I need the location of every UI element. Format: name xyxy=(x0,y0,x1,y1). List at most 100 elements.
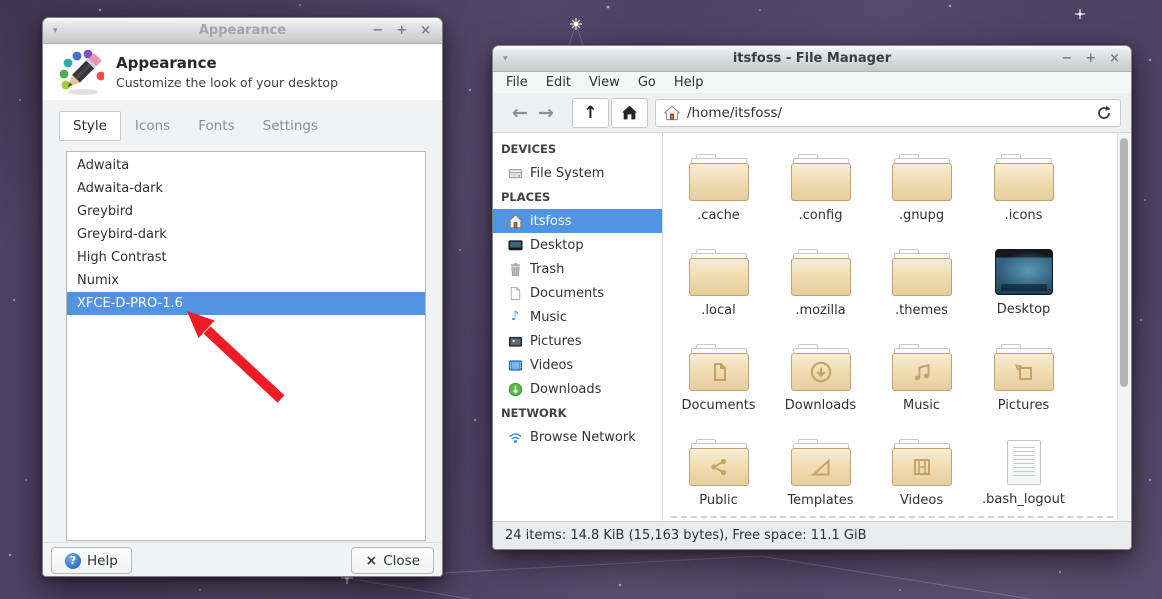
file-label: .cache xyxy=(668,208,769,223)
tab-style[interactable]: Style xyxy=(59,111,121,141)
sidebar-item-documents[interactable]: Documents xyxy=(493,281,662,305)
file-item[interactable]: .themes xyxy=(871,249,972,318)
window-menu-icon[interactable]: ▾ xyxy=(503,46,508,72)
toolbar: ← → ↑ /home/itsfoss/ xyxy=(493,93,1131,133)
sidebar-item-browse-network[interactable]: Browse Network xyxy=(493,425,662,449)
help-button[interactable]: ? Help xyxy=(51,547,132,574)
tab-icons[interactable]: Icons xyxy=(121,111,184,141)
text-file-icon xyxy=(1007,440,1041,485)
file-item[interactable]: Pictures xyxy=(973,344,1074,413)
file-label: .themes xyxy=(871,303,972,318)
home-button[interactable] xyxy=(611,98,648,128)
forward-button[interactable]: → xyxy=(533,102,559,124)
file-item[interactable]: Desktop xyxy=(973,249,1074,317)
appearance-window: ▾ Appearance − + × xyxy=(42,17,443,577)
file-item[interactable]: .config xyxy=(770,154,871,223)
folder-icon xyxy=(791,154,851,201)
sidebar-item-file-system[interactable]: File System xyxy=(493,161,662,185)
file-item[interactable]: .icons xyxy=(973,154,1074,223)
network-icon xyxy=(507,429,523,445)
folder-icon xyxy=(994,154,1054,201)
minimize-button[interactable]: − xyxy=(1061,46,1072,72)
menu-view[interactable]: View xyxy=(580,73,629,92)
theme-row[interactable]: Adwaita-dark xyxy=(67,177,425,200)
file-grid: .cache .config .gnupg .icons .local xyxy=(663,133,1131,521)
theme-row-selected[interactable]: XFCE-D-PRO-1.6 xyxy=(67,292,425,315)
file-item[interactable]: .bash_logout xyxy=(973,439,1074,507)
menu-file[interactable]: File xyxy=(497,73,537,92)
file-item[interactable]: Templates xyxy=(770,439,871,508)
desktop: ▾ Appearance − + × xyxy=(0,0,1162,599)
tab-fonts[interactable]: Fonts xyxy=(184,111,248,141)
refresh-icon[interactable] xyxy=(1096,105,1112,121)
menu-help[interactable]: Help xyxy=(665,73,713,92)
file-label: .bash_logout xyxy=(973,492,1074,507)
file-item[interactable]: Videos xyxy=(871,439,972,508)
file-label: .config xyxy=(770,208,871,223)
file-item[interactable]: .gnupg xyxy=(871,154,972,223)
theme-row[interactable]: Adwaita xyxy=(67,154,425,177)
file-item[interactable]: Music xyxy=(871,344,972,413)
minimize-button[interactable]: − xyxy=(372,18,383,44)
sidebar-item-trash[interactable]: Trash xyxy=(493,257,662,281)
menu-edit[interactable]: Edit xyxy=(537,73,580,92)
sidebar-header-places: PLACES xyxy=(493,185,662,209)
document-icon xyxy=(507,285,523,301)
path-bar[interactable]: /home/itsfoss/ xyxy=(655,99,1121,127)
theme-list: Adwaita Adwaita-dark Greybird Greybird-d… xyxy=(66,151,426,541)
sidebar-item-desktop[interactable]: Desktop xyxy=(493,233,662,257)
sidebar-item-itsfoss[interactable]: itsfoss xyxy=(493,209,662,233)
home-icon xyxy=(621,104,638,121)
file-item[interactable]: Downloads xyxy=(770,344,871,413)
appearance-titlebar[interactable]: ▾ Appearance − + × xyxy=(43,18,442,44)
theme-row[interactable]: Greybird-dark xyxy=(67,223,425,246)
file-label: Public xyxy=(668,493,769,508)
back-button[interactable]: ← xyxy=(507,102,533,124)
menu-go[interactable]: Go xyxy=(629,73,665,92)
appearance-app-icon xyxy=(56,48,104,96)
public-folder-icon xyxy=(689,439,749,486)
file-label: Downloads xyxy=(770,398,871,413)
appearance-header: Appearance Customize the look of your de… xyxy=(43,44,442,100)
folder-icon xyxy=(689,249,749,296)
videos-folder-icon xyxy=(892,439,952,486)
theme-row[interactable]: High Contrast xyxy=(67,246,425,269)
scrollbar-track[interactable] xyxy=(1117,133,1130,521)
file-label: Videos xyxy=(871,493,972,508)
file-item[interactable]: .local xyxy=(668,249,769,318)
partial-next-row xyxy=(671,516,1113,518)
help-icon: ? xyxy=(65,553,81,569)
sidebar-item-downloads[interactable]: Downloads xyxy=(493,377,662,401)
sidebar-item-label: Pictures xyxy=(530,334,581,349)
maximize-button[interactable]: + xyxy=(396,18,407,44)
folder-icon xyxy=(892,249,952,296)
tab-settings[interactable]: Settings xyxy=(249,111,332,141)
file-item[interactable]: Documents xyxy=(668,344,769,413)
theme-row[interactable]: Numix xyxy=(67,269,425,292)
file-label: Desktop xyxy=(973,302,1074,317)
sidebar-item-videos[interactable]: Videos xyxy=(493,353,662,377)
file-item[interactable]: .mozilla xyxy=(770,249,871,318)
close-button[interactable]: × xyxy=(1109,46,1120,72)
templates-glyph-icon xyxy=(809,455,833,479)
maximize-button[interactable]: + xyxy=(1085,46,1096,72)
sidebar-item-pictures[interactable]: Pictures xyxy=(493,329,662,353)
close-button[interactable]: × xyxy=(420,18,431,44)
videos-icon xyxy=(507,357,523,373)
dialog-close-button[interactable]: × Close xyxy=(351,547,434,574)
folder-icon xyxy=(892,154,952,201)
file-label: Music xyxy=(871,398,972,413)
file-manager-titlebar[interactable]: ▾ itsfoss - File Manager − + × xyxy=(493,46,1131,72)
sidebar-item-label: Downloads xyxy=(530,382,601,397)
appearance-footer: ? Help × Close xyxy=(43,542,442,576)
path-text[interactable]: /home/itsfoss/ xyxy=(687,105,1089,121)
theme-row[interactable]: Greybird xyxy=(67,200,425,223)
share-glyph-icon xyxy=(707,455,731,479)
scrollbar-thumb[interactable] xyxy=(1120,138,1128,387)
close-x-icon: × xyxy=(365,553,377,569)
file-item[interactable]: .cache xyxy=(668,154,769,223)
window-menu-icon[interactable]: ▾ xyxy=(53,18,58,44)
sidebar-item-music[interactable]: ♪ Music xyxy=(493,305,662,329)
file-item[interactable]: Public xyxy=(668,439,769,508)
up-button[interactable]: ↑ xyxy=(572,98,609,128)
